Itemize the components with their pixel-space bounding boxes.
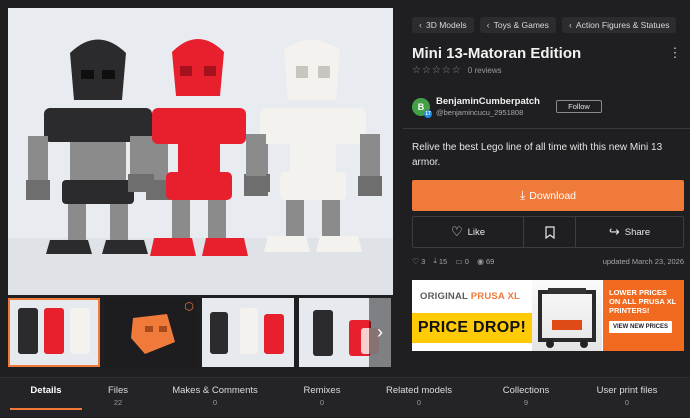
tab-label: Related models (385, 385, 452, 396)
star-outline-icon: ☆ (421, 65, 431, 76)
star-outline-icon: ☆ (451, 65, 461, 76)
star-outline-icon: ☆ (412, 65, 421, 76)
breadcrumb-label: 3D Models (426, 20, 467, 30)
star-outline-icon: ☆ (431, 65, 441, 76)
thumbnail-3-image (202, 298, 294, 367)
printer-illustration (538, 288, 596, 348)
thumbnail-strip: ⬡ › (8, 298, 393, 368)
model-tabs: Details Files 22 Makes & Comments 0 Remi… (0, 377, 690, 417)
breadcrumb-label: Toys & Games (493, 20, 549, 30)
thumbnail-3[interactable] (202, 298, 294, 367)
comments-count: 0 (464, 256, 469, 266)
eye-icon: ◉ (476, 256, 484, 266)
ad-brand-name: PRUSA XL (470, 291, 520, 302)
like-label: Like (467, 226, 486, 238)
ad-view-prices-button[interactable]: VIEW NEW PRICES (609, 321, 673, 333)
tab-related-models[interactable]: Related models 0 (358, 378, 480, 418)
share-label: Share (624, 226, 651, 238)
matoran-figures-image (8, 8, 393, 295)
likes-stat: ♡ 3 (412, 257, 425, 266)
thumbnail-4[interactable]: › (299, 298, 391, 367)
views-count: 69 (485, 256, 495, 266)
ad-right-panel: LOWER PRICES ON ALL PRUSA XL PRINTERS! V… (603, 280, 684, 351)
comment-icon: ▭ (455, 256, 463, 266)
avatar[interactable]: B 17 (412, 98, 432, 118)
ad-price-drop: PRICE DROP! (412, 313, 532, 343)
cube-icon: ⬡ (184, 301, 194, 313)
divider (403, 128, 690, 129)
tab-user-print-files[interactable]: User print files 0 (572, 378, 682, 418)
author-name[interactable]: BenjaminCumberpatch (436, 96, 540, 107)
level-badge: 17 (424, 110, 432, 118)
heart-icon: ♡ (450, 224, 463, 239)
avatar-letter: B (417, 102, 425, 112)
chevron-left-icon: ‹ (419, 20, 422, 30)
breadcrumb-label: Action Figures & Statues (575, 20, 670, 30)
chevron-right-icon[interactable]: › (369, 298, 391, 367)
tab-makes-comments[interactable]: Makes & Comments 0 (144, 378, 286, 418)
action-bar: ♡ Like ↪ Share (412, 216, 684, 248)
author-block: B 17 BenjaminCumberpatch @benjamincucu_2… (412, 96, 540, 118)
thumbnail-2-image (105, 298, 197, 367)
tab-remixes[interactable]: Remixes 0 (286, 378, 358, 418)
tab-details[interactable]: Details (0, 378, 92, 418)
author-handle: @benjamincucu_2951808 (436, 108, 524, 117)
share-icon: ↪ (608, 224, 620, 239)
prusa-ad-banner[interactable]: ORIGINAL PRUSA XL PRICE DROP! LOWER PRIC… (412, 280, 684, 351)
tab-label: Files (107, 385, 129, 396)
tab-files[interactable]: Files 22 (92, 378, 144, 418)
tab-count: 0 (212, 398, 218, 407)
ad-lower-prices: LOWER PRICES ON ALL PRUSA XL PRINTERS! (609, 288, 677, 315)
thumbnail-2[interactable]: ⬡ (105, 298, 197, 367)
save-to-collection-button[interactable] (523, 217, 575, 247)
download-button[interactable]: ⤓ Download (412, 180, 684, 211)
ad-printer-image (532, 280, 602, 351)
breadcrumb-action-figures[interactable]: ‹ Action Figures & Statues (561, 17, 677, 33)
tab-count: 0 (624, 398, 630, 407)
ad-brand: ORIGINAL PRUSA XL (420, 291, 520, 302)
tab-label: User print files (596, 385, 658, 396)
breadcrumb-toys-games[interactable]: ‹ Toys & Games (479, 17, 556, 33)
stats-row: ♡ 3 ⤓ 15 ▭ 0 ◉ 69 updated March 23, 2026 (412, 256, 684, 266)
likes-count: 3 (421, 256, 426, 266)
tab-collections[interactable]: Collections 9 (480, 378, 572, 418)
thumbnail-1[interactable] (8, 298, 100, 367)
tab-label: Remixes (303, 385, 341, 396)
tab-label: Details (30, 385, 62, 396)
breadcrumb-3d-models[interactable]: ‹ 3D Models (412, 17, 474, 33)
like-button[interactable]: ♡ Like (413, 217, 523, 247)
tab-count: 0 (416, 398, 422, 407)
more-options-icon[interactable]: ⋮ (668, 44, 682, 62)
reviews-count[interactable]: 0 reviews (468, 66, 502, 75)
heart-icon: ♡ (412, 256, 420, 266)
tab-count: 22 (113, 398, 123, 407)
download-icon: ⤓ (433, 256, 437, 265)
download-label: Download (529, 189, 576, 202)
main-model-photo[interactable] (8, 8, 393, 295)
downloads-count: 15 (438, 256, 448, 266)
chevron-left-icon: ‹ (486, 20, 490, 30)
tab-label: Makes & Comments (172, 385, 258, 396)
tab-count: 9 (523, 398, 529, 407)
views-stat: ◉ 69 (477, 257, 494, 266)
tab-label: Collections (502, 385, 550, 396)
breadcrumb: ‹ 3D Models ‹ Toys & Games ‹ Action Figures… (412, 17, 677, 33)
star-outline-icon: ☆ (441, 65, 451, 76)
updated-date: updated March 23, 2026 (602, 256, 684, 266)
ad-brand-line: ORIGINAL (420, 291, 468, 302)
rating-stars[interactable]: ☆ ☆ ☆ ☆ ☆ 0 reviews (412, 65, 502, 76)
share-button[interactable]: ↪ Share (575, 217, 683, 247)
tab-count: 0 (319, 398, 325, 407)
downloads-stat: ⤓ 15 (433, 256, 447, 266)
model-title: Mini 13-Matoran Edition (412, 45, 582, 62)
download-icon: ⤓ (519, 188, 526, 202)
follow-button[interactable]: Follow (556, 100, 602, 113)
model-description: Relive the best Lego line of all time wi… (412, 142, 663, 168)
thumbnail-1-image (8, 298, 100, 367)
chevron-left-icon: ‹ (568, 20, 572, 30)
bookmark-icon (544, 225, 555, 239)
comments-stat: ▭ 0 (455, 257, 469, 266)
